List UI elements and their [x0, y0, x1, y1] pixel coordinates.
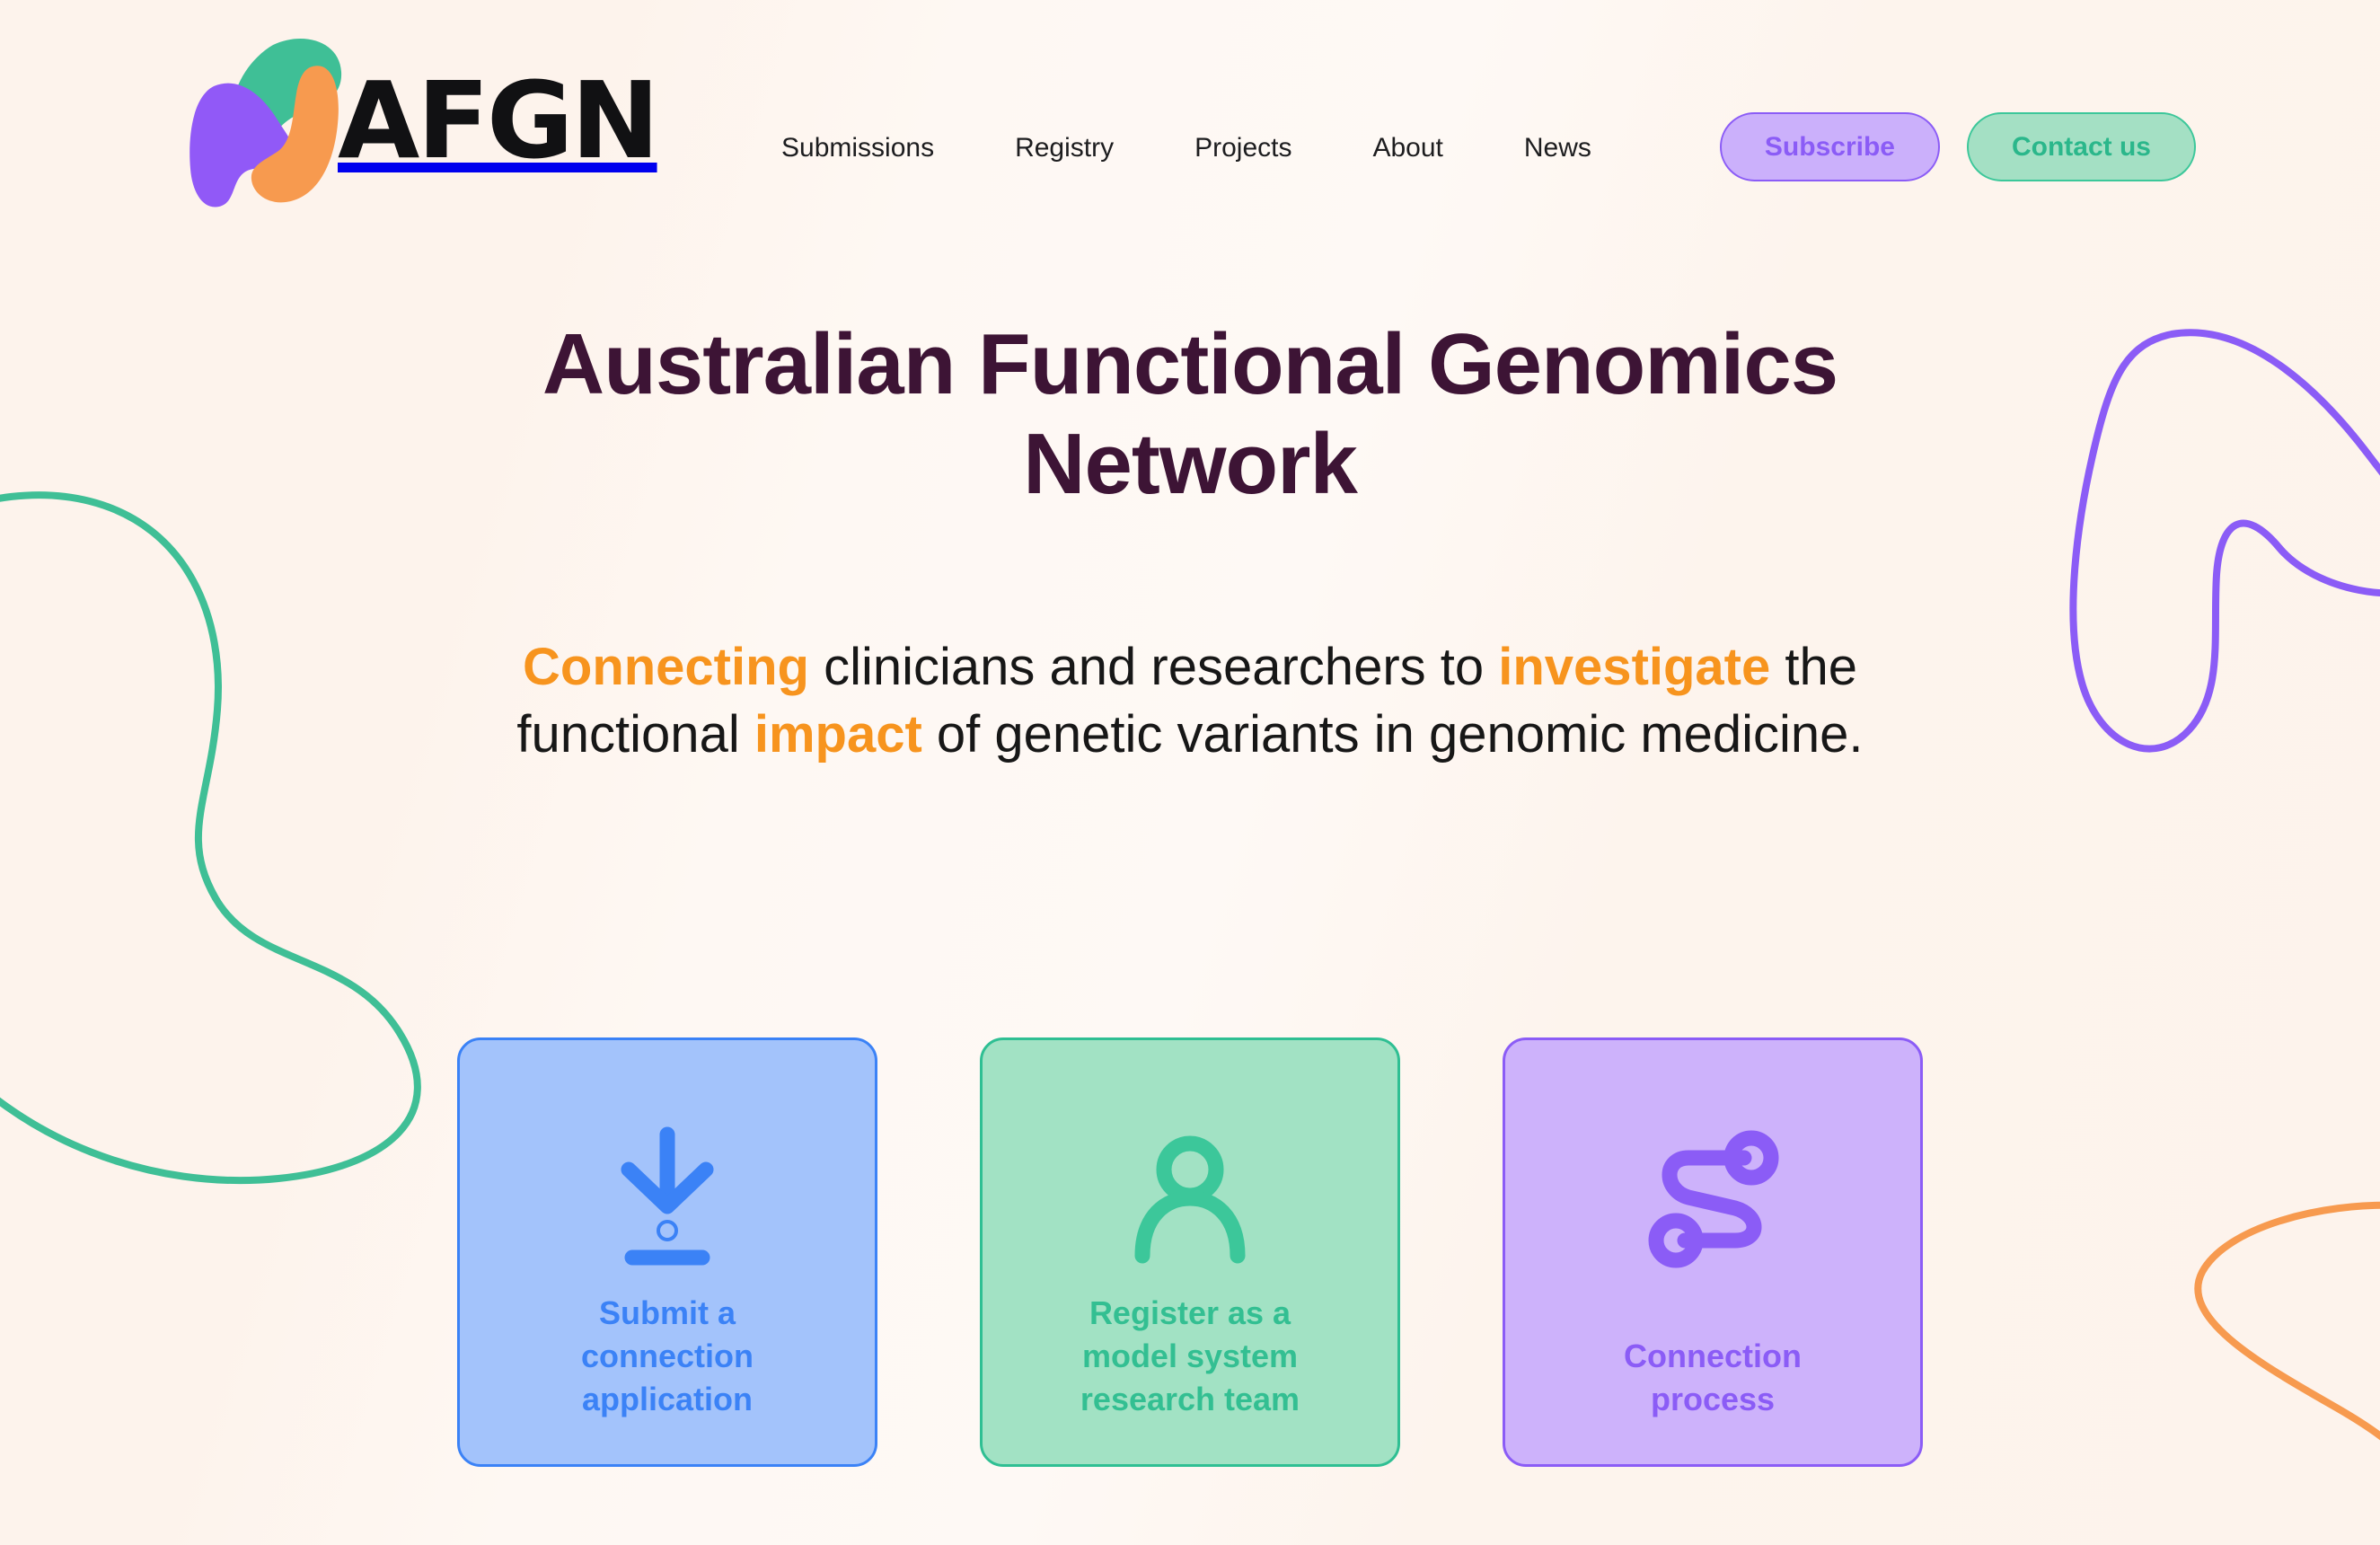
page-title: Australian Functional Genomics Network [542, 316, 1838, 513]
hero-highlight-impact: impact [754, 705, 922, 764]
site-header: AFGN Submissions Registry Projects About… [0, 0, 2380, 225]
contact-us-button[interactable]: Contact us [1966, 112, 2196, 181]
hero-highlight-investigate: investigate [1498, 637, 1771, 696]
connection-path-icon [1645, 1103, 1780, 1292]
download-submit-icon [600, 1103, 735, 1292]
page-root: AFGN Submissions Registry Projects About… [0, 0, 2380, 1545]
card-label: Submit a connection application [580, 1294, 754, 1418]
logo-wordmark: AFGN [338, 58, 660, 182]
person-icon [1123, 1103, 1257, 1292]
hero-subtitle: Connecting clinicians and researchers to… [489, 633, 1891, 769]
header-actions: Subscribe Contact us [1719, 112, 2196, 181]
afgn-blob-logo-icon [180, 29, 350, 208]
site-logo[interactable]: AFGN [180, 29, 660, 208]
main-navigation: Submissions Registry Projects About News [772, 133, 1632, 163]
hero-highlight-connecting: Connecting [523, 637, 809, 696]
hero-subtitle-text-1: clinicians and researchers to [808, 637, 1499, 696]
card-register-model-system-research-team[interactable]: Register as a model system research team [980, 1037, 1400, 1467]
quick-action-cards: Submit a connection application Register… [0, 1037, 2380, 1467]
nav-item-submissions[interactable]: Submissions [772, 133, 974, 163]
card-submit-connection-application[interactable]: Submit a connection application [457, 1037, 877, 1467]
hero-section: Australian Functional Genomics Network C… [0, 314, 2380, 769]
card-label: Connection process [1624, 1338, 1802, 1418]
nav-item-projects[interactable]: Projects [1154, 133, 1332, 163]
nav-item-about[interactable]: About [1332, 133, 1483, 163]
hero-subtitle-text-3: of genetic variants in genomic medicine. [921, 705, 1864, 764]
nav-item-registry[interactable]: Registry [974, 133, 1154, 163]
card-label: Register as a model system research team [1080, 1294, 1300, 1418]
nav-item-news[interactable]: News [1484, 133, 1632, 163]
card-connection-process[interactable]: Connection process [1503, 1037, 1923, 1467]
subscribe-button[interactable]: Subscribe [1719, 112, 1940, 181]
